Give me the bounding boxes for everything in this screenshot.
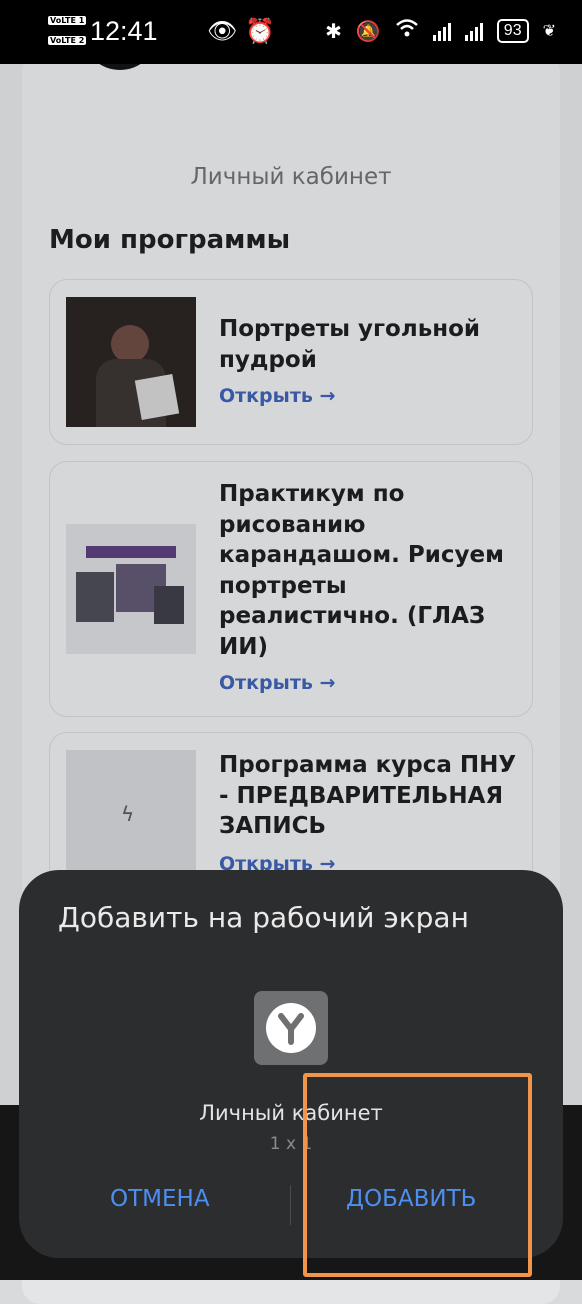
cancel-button[interactable]: ОТМЕНА (110, 1186, 210, 1212)
wifi-icon (395, 18, 419, 43)
highlight-box (303, 1073, 532, 1277)
volte-2-icon: VoLTE 2 (48, 36, 87, 45)
leaf-icon: ❦ (542, 21, 556, 40)
mute-icon: 🔕 (355, 18, 381, 43)
button-divider (290, 1185, 291, 1225)
yandex-browser-icon (278, 1013, 304, 1045)
battery-icon: 93 (496, 18, 529, 43)
signal-1-icon (432, 21, 451, 41)
alarm-icon: ⏰ (245, 17, 275, 45)
status-bar: VoLTE 1 VoLTE 2 12:41 👁 ⏰ ✱ 🔕 93 ❦ (0, 0, 582, 64)
bluetooth-icon: ✱ (325, 18, 342, 43)
eye-icon: 👁 (207, 17, 238, 45)
dialog-title: Добавить на рабочий экран (58, 901, 469, 934)
clock: 12:41 (90, 16, 158, 46)
signal-2-icon (464, 21, 483, 41)
volte-1-icon: VoLTE 1 (48, 16, 87, 25)
app-icon (254, 991, 328, 1065)
